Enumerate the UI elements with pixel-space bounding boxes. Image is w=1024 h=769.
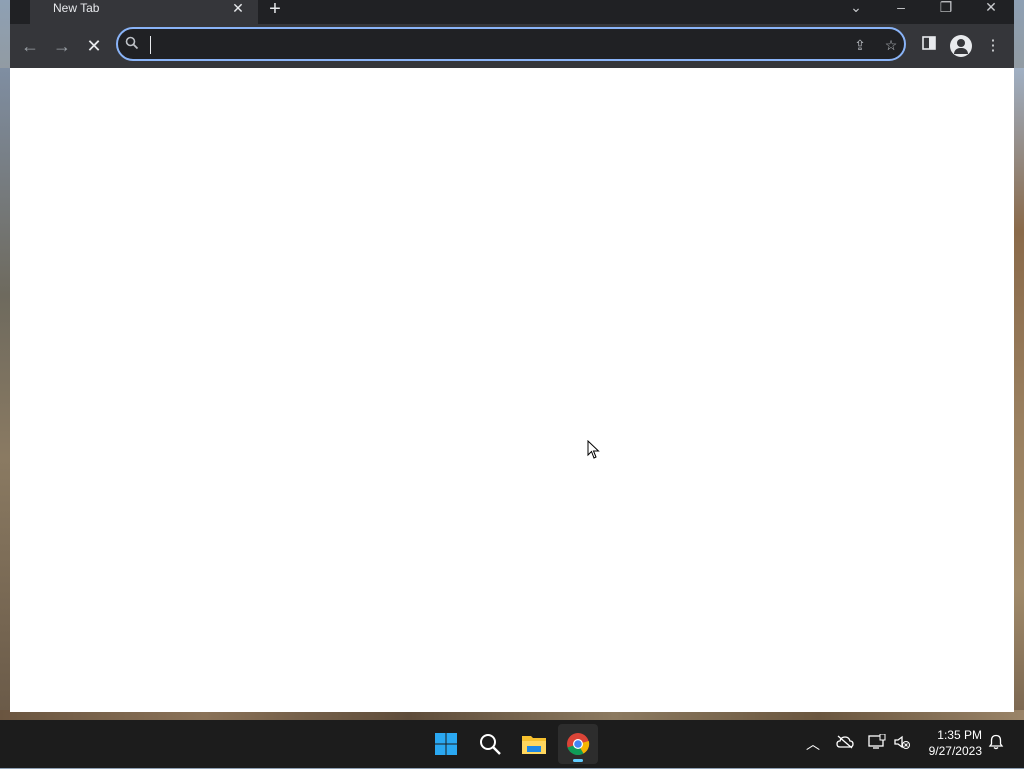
more-vert-icon[interactable]: ⋮ bbox=[983, 36, 1003, 56]
page-content[interactable] bbox=[10, 68, 1014, 712]
minimize-icon[interactable]: – bbox=[881, 0, 921, 17]
close-window-icon[interactable]: ✕ bbox=[971, 0, 1011, 17]
search-icon bbox=[122, 35, 142, 55]
volume-muted-icon[interactable] bbox=[892, 734, 912, 754]
onedrive-icon[interactable] bbox=[835, 734, 855, 754]
restore-icon[interactable]: ❐ bbox=[926, 0, 966, 17]
tab-title: New Tab bbox=[53, 1, 100, 15]
close-icon[interactable]: ✕ bbox=[230, 0, 246, 16]
arrow-left-icon[interactable]: ← bbox=[18, 34, 42, 58]
profile-icon[interactable] bbox=[950, 35, 972, 57]
share-icon[interactable]: ⇪ bbox=[850, 35, 870, 55]
text-caret bbox=[150, 36, 151, 54]
browser-window: New Tab ✕ + ⌄ – ❐ ✕ ← → ✕ ⇪ ☆ ⋮ bbox=[10, 0, 1014, 712]
chrome-icon[interactable] bbox=[558, 724, 598, 764]
star-icon[interactable]: ☆ bbox=[881, 35, 901, 55]
system-clock[interactable]: 1:35 PM 9/27/2023 bbox=[912, 727, 982, 759]
browser-toolbar: ← → ✕ ⇪ ☆ ⋮ bbox=[10, 24, 1014, 68]
search-icon[interactable] bbox=[470, 724, 510, 764]
tab-search-icon[interactable]: ⌄ bbox=[836, 0, 876, 17]
chevron-up-icon[interactable]: ︿ bbox=[803, 734, 823, 754]
taskbar: ︿ 1:35 PM 9/27/2023 bbox=[0, 720, 1024, 768]
clock-date: 9/27/2023 bbox=[928, 744, 982, 758]
start-icon[interactable] bbox=[426, 724, 466, 764]
clock-time: 1:35 PM bbox=[937, 728, 982, 742]
desktop-wallpaper-left bbox=[0, 68, 10, 718]
profile-body bbox=[954, 48, 968, 54]
tab-new-tab[interactable]: New Tab ✕ bbox=[30, 0, 258, 24]
bell-icon[interactable] bbox=[986, 734, 1006, 754]
arrow-right-icon[interactable]: → bbox=[50, 34, 74, 58]
active-app-indicator bbox=[573, 759, 583, 762]
mouse-cursor-icon bbox=[587, 440, 600, 459]
address-input[interactable] bbox=[148, 35, 842, 57]
tab-strip: New Tab ✕ + ⌄ – ❐ ✕ bbox=[10, 0, 1014, 24]
network-icon[interactable] bbox=[867, 733, 887, 754]
address-bar[interactable]: ⇪ ☆ bbox=[116, 27, 906, 61]
stop-icon[interactable]: ✕ bbox=[82, 34, 106, 58]
profile-head bbox=[957, 39, 965, 47]
side-panel-icon[interactable] bbox=[919, 36, 939, 56]
file-explorer-icon[interactable] bbox=[514, 724, 554, 764]
plus-icon[interactable]: + bbox=[264, 0, 286, 20]
